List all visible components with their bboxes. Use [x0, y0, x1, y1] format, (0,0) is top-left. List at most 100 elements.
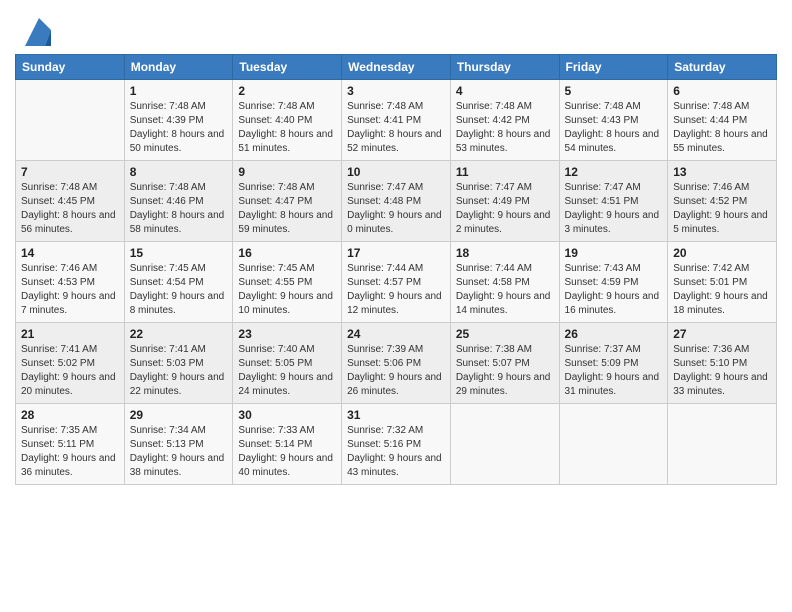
calendar-cell: 28 Sunrise: 7:35 AMSunset: 5:11 PMDayligh… — [16, 404, 125, 485]
day-number: 5 — [565, 84, 663, 98]
day-info: Sunrise: 7:48 AMSunset: 4:39 PMDaylight:… — [130, 100, 228, 156]
day-number: 3 — [347, 84, 445, 98]
day-info: Sunrise: 7:33 AMSunset: 5:14 PMDaylight:… — [238, 424, 336, 480]
calendar-table: SundayMondayTuesdayWednesdayThursdayFrid… — [15, 54, 777, 485]
calendar-cell: 26 Sunrise: 7:37 AMSunset: 5:09 PMDayligh… — [559, 323, 668, 404]
calendar-cell: 2Sunrise: 7:48 AMSunset: 4:40 PMDaylight… — [233, 80, 342, 161]
calendar-cell: 5 Sunrise: 7:48 AMSunset: 4:43 PMDaylight… — [559, 80, 668, 161]
day-number: 21 — [21, 327, 119, 341]
calendar-cell: 23 Sunrise: 7:40 AMSunset: 5:05 PMDayligh… — [233, 323, 342, 404]
calendar-cell: 24 Sunrise: 7:39 AMSunset: 5:06 PMDayligh… — [342, 323, 451, 404]
weekday-header-thursday: Thursday — [450, 55, 559, 80]
calendar-cell: 13Sunrise: 7:46 AMSunset: 4:52 PMDayligh… — [668, 161, 777, 242]
day-info: Sunrise: 7:48 AMSunset: 4:43 PMDaylight:… — [565, 100, 663, 156]
page-container: SundayMondayTuesdayWednesdayThursdayFrid… — [0, 0, 792, 612]
day-number: 31 — [347, 408, 445, 422]
day-number: 24 — [347, 327, 445, 341]
calendar-cell: 22 Sunrise: 7:41 AMSunset: 5:03 PMDayligh… — [124, 323, 233, 404]
day-info: Sunrise: 7:41 AMSunset: 5:03 PMDaylight:… — [130, 343, 228, 399]
day-number: 14 — [21, 246, 119, 260]
day-number: 27 — [673, 327, 771, 341]
day-info: Sunrise: 7:48 AMSunset: 4:46 PMDaylight:… — [130, 181, 228, 237]
day-info: Sunrise: 7:45 AMSunset: 4:55 PMDaylight:… — [238, 262, 336, 318]
day-info: Sunrise: 7:48 AMSunset: 4:40 PMDaylight:… — [238, 100, 336, 156]
day-info: Sunrise: 7:43 AMSunset: 4:59 PMDaylight:… — [565, 262, 663, 318]
day-number: 11 — [456, 165, 554, 179]
calendar-cell: 29Sunrise: 7:34 AMSunset: 5:13 PMDayligh… — [124, 404, 233, 485]
day-number: 18 — [456, 246, 554, 260]
day-info: Sunrise: 7:38 AMSunset: 5:07 PMDaylight:… — [456, 343, 554, 399]
day-number: 25 — [456, 327, 554, 341]
day-info: Sunrise: 7:34 AMSunset: 5:13 PMDaylight:… — [130, 424, 228, 480]
calendar-cell: 27Sunrise: 7:36 AMSunset: 5:10 PMDayligh… — [668, 323, 777, 404]
day-number: 26 — [565, 327, 663, 341]
day-info: Sunrise: 7:48 AMSunset: 4:42 PMDaylight:… — [456, 100, 554, 156]
calendar-cell — [450, 404, 559, 485]
day-info: Sunrise: 7:39 AMSunset: 5:06 PMDaylight:… — [347, 343, 445, 399]
day-number: 22 — [130, 327, 228, 341]
day-info: Sunrise: 7:35 AMSunset: 5:11 PMDaylight:… — [21, 424, 119, 480]
day-info: Sunrise: 7:44 AMSunset: 4:58 PMDaylight:… — [456, 262, 554, 318]
day-info: Sunrise: 7:47 AMSunset: 4:48 PMDaylight:… — [347, 181, 445, 237]
calendar-week-row: 28 Sunrise: 7:35 AMSunset: 5:11 PMDayligh… — [16, 404, 777, 485]
weekday-header-monday: Monday — [124, 55, 233, 80]
day-info: Sunrise: 7:44 AMSunset: 4:57 PMDaylight:… — [347, 262, 445, 318]
day-info: Sunrise: 7:42 AMSunset: 5:01 PMDaylight:… — [673, 262, 771, 318]
day-info: Sunrise: 7:45 AMSunset: 4:54 PMDaylight:… — [130, 262, 228, 318]
weekday-header-tuesday: Tuesday — [233, 55, 342, 80]
day-number: 16 — [238, 246, 336, 260]
calendar-cell — [16, 80, 125, 161]
day-number: 13 — [673, 165, 771, 179]
calendar-cell: 10 Sunrise: 7:47 AMSunset: 4:48 PMDayligh… — [342, 161, 451, 242]
calendar-cell: 7 Sunrise: 7:48 AMSunset: 4:45 PMDaylight… — [16, 161, 125, 242]
day-number: 8 — [130, 165, 228, 179]
header — [15, 10, 777, 46]
calendar-cell: 30 Sunrise: 7:33 AMSunset: 5:14 PMDayligh… — [233, 404, 342, 485]
calendar-cell: 4Sunrise: 7:48 AMSunset: 4:42 PMDaylight… — [450, 80, 559, 161]
calendar-cell: 21 Sunrise: 7:41 AMSunset: 5:02 PMDayligh… — [16, 323, 125, 404]
day-info: Sunrise: 7:41 AMSunset: 5:02 PMDaylight:… — [21, 343, 119, 399]
day-info: Sunrise: 7:47 AMSunset: 4:51 PMDaylight:… — [565, 181, 663, 237]
weekday-header-saturday: Saturday — [668, 55, 777, 80]
calendar-cell: 19 Sunrise: 7:43 AMSunset: 4:59 PMDayligh… — [559, 242, 668, 323]
day-number: 7 — [21, 165, 119, 179]
day-info: Sunrise: 7:48 AMSunset: 4:45 PMDaylight:… — [21, 181, 119, 237]
calendar-cell: 17 Sunrise: 7:44 AMSunset: 4:57 PMDayligh… — [342, 242, 451, 323]
calendar-week-row: 7 Sunrise: 7:48 AMSunset: 4:45 PMDaylight… — [16, 161, 777, 242]
calendar-cell — [559, 404, 668, 485]
calendar-week-row: 14Sunrise: 7:46 AMSunset: 4:53 PMDayligh… — [16, 242, 777, 323]
day-number: 12 — [565, 165, 663, 179]
day-number: 19 — [565, 246, 663, 260]
day-number: 28 — [21, 408, 119, 422]
weekday-header-sunday: Sunday — [16, 55, 125, 80]
day-number: 17 — [347, 246, 445, 260]
day-number: 6 — [673, 84, 771, 98]
day-info: Sunrise: 7:48 AMSunset: 4:47 PMDaylight:… — [238, 181, 336, 237]
day-info: Sunrise: 7:48 AMSunset: 4:41 PMDaylight:… — [347, 100, 445, 156]
day-number: 15 — [130, 246, 228, 260]
calendar-cell: 20 Sunrise: 7:42 AMSunset: 5:01 PMDayligh… — [668, 242, 777, 323]
day-info: Sunrise: 7:40 AMSunset: 5:05 PMDaylight:… — [238, 343, 336, 399]
day-info: Sunrise: 7:32 AMSunset: 5:16 PMDaylight:… — [347, 424, 445, 480]
calendar-cell: 3 Sunrise: 7:48 AMSunset: 4:41 PMDaylight… — [342, 80, 451, 161]
day-number: 1 — [130, 84, 228, 98]
calendar-cell: 12 Sunrise: 7:47 AMSunset: 4:51 PMDayligh… — [559, 161, 668, 242]
calendar-cell — [668, 404, 777, 485]
calendar-cell: 18 Sunrise: 7:44 AMSunset: 4:58 PMDayligh… — [450, 242, 559, 323]
calendar-cell: 14Sunrise: 7:46 AMSunset: 4:53 PMDayligh… — [16, 242, 125, 323]
calendar-week-row: 1 Sunrise: 7:48 AMSunset: 4:39 PMDaylight… — [16, 80, 777, 161]
weekday-header-wednesday: Wednesday — [342, 55, 451, 80]
day-number: 30 — [238, 408, 336, 422]
calendar-cell: 6 Sunrise: 7:48 AMSunset: 4:44 PMDaylight… — [668, 80, 777, 161]
calendar-cell: 31 Sunrise: 7:32 AMSunset: 5:16 PMDayligh… — [342, 404, 451, 485]
day-info: Sunrise: 7:48 AMSunset: 4:44 PMDaylight:… — [673, 100, 771, 156]
day-number: 10 — [347, 165, 445, 179]
day-number: 23 — [238, 327, 336, 341]
calendar-cell: 11Sunrise: 7:47 AMSunset: 4:49 PMDayligh… — [450, 161, 559, 242]
calendar-cell: 15 Sunrise: 7:45 AMSunset: 4:54 PMDayligh… — [124, 242, 233, 323]
calendar-cell: 8 Sunrise: 7:48 AMSunset: 4:46 PMDaylight… — [124, 161, 233, 242]
calendar-cell: 9Sunrise: 7:48 AMSunset: 4:47 PMDaylight… — [233, 161, 342, 242]
day-info: Sunrise: 7:37 AMSunset: 5:09 PMDaylight:… — [565, 343, 663, 399]
day-number: 20 — [673, 246, 771, 260]
logo — [15, 10, 51, 46]
